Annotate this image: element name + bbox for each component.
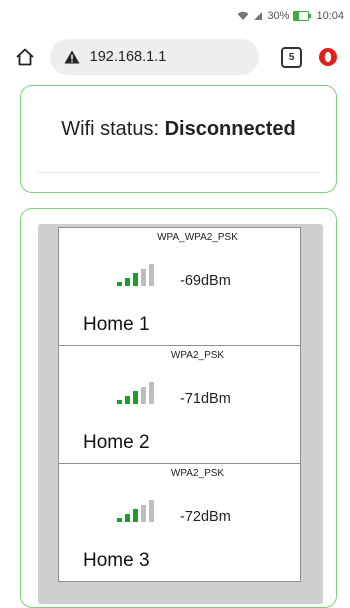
signal-bar [125, 277, 130, 286]
tab-switcher-button[interactable]: 5 [281, 46, 302, 68]
signal-strength-icon [117, 500, 165, 522]
wifi-status-label: Wifi status: [61, 118, 165, 140]
divider [37, 172, 320, 173]
network-signal-dbm: -71dBm [180, 391, 231, 407]
signal-bar [117, 282, 122, 286]
clock: 10:04 [316, 10, 344, 22]
signal-bar [125, 395, 130, 404]
signal-bar [141, 504, 146, 522]
browser-menu-button[interactable] [318, 47, 338, 67]
signal-bar [117, 400, 122, 404]
home-button[interactable] [12, 44, 38, 70]
opera-logo-icon [318, 48, 337, 66]
wifi-status-value: Disconnected [164, 118, 296, 140]
network-name: Home 3 [83, 550, 150, 571]
cell-signal-icon [253, 11, 263, 21]
signal-bar [117, 518, 122, 522]
network-name: Home 1 [83, 314, 150, 335]
signal-bar [125, 513, 130, 522]
not-secure-warning-icon[interactable] [64, 50, 80, 64]
network-item[interactable]: WPA2_PSK -72dBm Home 3 [58, 463, 301, 582]
signal-bar [149, 500, 154, 522]
wifi-icon [237, 11, 249, 21]
signal-bar [141, 386, 146, 404]
status-bar: 30% 10:04 [0, 0, 350, 32]
url-text: 192.168.1.1 [89, 49, 167, 65]
network-list[interactable]: WPA_WPA2_PSK -69dBm Home 1 WPA2_PSK -71d… [38, 224, 323, 604]
address-bar[interactable]: 192.168.1.1 [49, 39, 260, 75]
signal-bar [149, 382, 154, 404]
network-signal-dbm: -72dBm [180, 509, 231, 525]
network-list-card: WPA_WPA2_PSK -69dBm Home 1 WPA2_PSK -71d… [20, 208, 337, 608]
signal-strength-icon [117, 382, 165, 404]
signal-bar [149, 264, 154, 286]
signal-bar [141, 268, 146, 286]
network-name: Home 2 [83, 432, 150, 453]
signal-bar [133, 391, 138, 404]
network-item[interactable]: WPA2_PSK -71dBm Home 2 [58, 345, 301, 464]
battery-percent: 30% [267, 10, 290, 22]
battery-icon [293, 11, 312, 21]
wifi-status: Wifi status: Disconnected [21, 118, 336, 141]
signal-bar [133, 509, 138, 522]
network-security: WPA2_PSK [170, 350, 225, 361]
browser-toolbar: 192.168.1.1 5 [0, 32, 350, 82]
network-signal-dbm: -69dBm [180, 273, 231, 289]
wifi-status-card: Wifi status: Disconnected [20, 85, 337, 193]
signal-strength-icon [117, 264, 165, 286]
signal-bar [133, 273, 138, 286]
network-security: WPA2_PSK [170, 468, 225, 479]
network-security: WPA_WPA2_PSK [157, 232, 238, 243]
home-icon [16, 48, 34, 66]
network-item[interactable]: WPA_WPA2_PSK -69dBm Home 1 [58, 227, 301, 346]
